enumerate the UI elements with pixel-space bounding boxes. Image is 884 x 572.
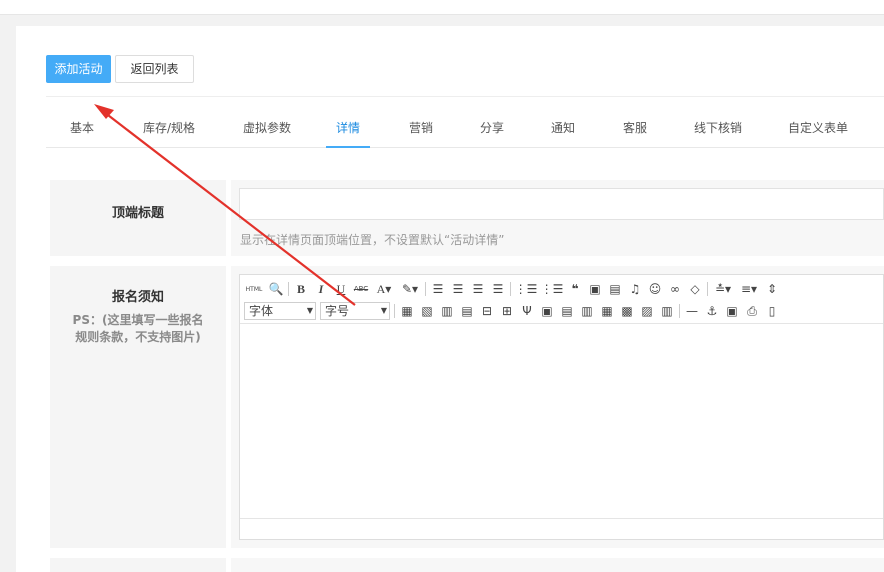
merge-cells-icon[interactable]: ▣ xyxy=(539,303,555,319)
paragraph-spacing-icon[interactable]: ≡▾ xyxy=(738,281,760,297)
tab-offline-verify[interactable]: 线下核销 xyxy=(692,97,744,147)
delete-col-icon[interactable]: ⊞ xyxy=(499,303,515,319)
paste-icon[interactable]: ▯ xyxy=(764,303,780,319)
next-row-value-cell xyxy=(231,558,884,572)
table-icon[interactable]: ▦ xyxy=(399,303,415,319)
split-cell-icon[interactable]: Ψ xyxy=(519,303,535,319)
top-title-value-cell: 显示在详情页面顶端位置，不设置默认“活动详情” xyxy=(231,180,884,256)
align-justify-icon[interactable]: ☰ xyxy=(490,281,506,297)
line-height-icon[interactable]: ≛▾ xyxy=(712,281,734,297)
editor-status-bar xyxy=(240,518,883,539)
music-icon[interactable]: ♫ xyxy=(627,281,643,297)
eraser-icon[interactable]: ◇ xyxy=(687,281,703,297)
align-center-icon[interactable]: ☰ xyxy=(450,281,466,297)
tab-basic[interactable]: 基本 xyxy=(68,97,96,147)
split-cols-icon[interactable]: ▩ xyxy=(619,303,635,319)
link-icon[interactable]: ∞ xyxy=(667,281,683,297)
back-to-list-button[interactable]: 返回列表 xyxy=(115,55,194,83)
bold-icon[interactable]: B xyxy=(293,281,309,297)
notice-value-cell: HTML 🔍 B I U ABC A▾ ✎▾ ☰ ☰ ☰ ☰ ⋮☰ ⋮☰ ❝ ▣… xyxy=(231,266,884,548)
toolbar-separator xyxy=(679,304,680,318)
ordered-list-icon[interactable]: ⋮☰ xyxy=(515,281,538,297)
top-title-help: 显示在详情页面顶端位置，不设置默认“活动详情” xyxy=(240,233,505,247)
preview-icon[interactable]: 🔍 xyxy=(268,281,284,297)
insert-col-icon[interactable]: ▤ xyxy=(459,303,475,319)
toolbar-separator xyxy=(510,282,511,296)
merge-down-icon[interactable]: ▥ xyxy=(579,303,595,319)
align-left-icon[interactable]: ☰ xyxy=(430,281,446,297)
unordered-list-icon[interactable]: ⋮☰ xyxy=(541,281,564,297)
top-title-label-cell: 顶端标题 xyxy=(50,180,226,256)
toolbar-row-1: HTML 🔍 B I U ABC A▾ ✎▾ ☰ ☰ ☰ ☰ ⋮☰ ⋮☰ ❝ ▣… xyxy=(244,278,784,300)
toolbar-separator xyxy=(394,304,395,318)
next-row-label-cell xyxy=(50,558,226,572)
tab-notify[interactable]: 通知 xyxy=(549,97,577,147)
horizontal-rule-icon[interactable]: — xyxy=(684,303,700,319)
font-family-select[interactable]: 字体 ▼ xyxy=(244,302,316,320)
tab-bar: 基本 库存/规格 虚拟参数 详情 营销 分享 通知 客服 线下核销 自定义表单 xyxy=(46,96,884,148)
editor-toolbar: HTML 🔍 B I U ABC A▾ ✎▾ ☰ ☰ ☰ ☰ ⋮☰ ⋮☰ ❝ ▣… xyxy=(240,275,883,324)
strikethrough-icon[interactable]: ABC xyxy=(353,281,369,297)
notice-ps-line2: 规则条款，不支持图片) xyxy=(75,330,201,344)
main-panel: 添加活动 返回列表 基本 库存/规格 虚拟参数 详情 营销 分享 通知 客服 线… xyxy=(16,26,884,572)
tab-details[interactable]: 详情 xyxy=(326,97,370,148)
tab-customer-service[interactable]: 客服 xyxy=(621,97,649,147)
tab-marketing[interactable]: 营销 xyxy=(407,97,435,147)
add-activity-button[interactable]: 添加活动 xyxy=(46,55,111,83)
emoji-icon[interactable]: ☺ xyxy=(647,281,663,297)
notice-label-cell: 报名须知 PS：(这里填写一些报名 规则条款，不支持图片) xyxy=(50,266,226,548)
font-color-icon[interactable]: A▾ xyxy=(373,281,395,297)
cell-props-icon[interactable]: ▨ xyxy=(639,303,655,319)
chevron-down-icon: ▼ xyxy=(306,306,313,315)
tab-share[interactable]: 分享 xyxy=(478,97,506,147)
rich-text-editor[interactable]: HTML 🔍 B I U ABC A▾ ✎▾ ☰ ☰ ☰ ☰ ⋮☰ ⋮☰ ❝ ▣… xyxy=(239,274,884,540)
indent-icon[interactable]: ⇕ xyxy=(764,281,780,297)
delete-row-icon[interactable]: ⊟ xyxy=(479,303,495,319)
italic-icon[interactable]: I xyxy=(313,281,329,297)
tab-custom-form[interactable]: 自定义表单 xyxy=(786,97,850,147)
image-icon[interactable]: ▣ xyxy=(587,281,603,297)
notice-ps-line1: PS：(这里填写一些报名 xyxy=(72,313,204,327)
video-icon[interactable]: ▤ xyxy=(607,281,623,297)
table-del-icon[interactable]: ▥ xyxy=(659,303,675,319)
toolbar-separator xyxy=(288,282,289,296)
table-props-icon[interactable]: ▧ xyxy=(419,303,435,319)
toolbar-separator xyxy=(707,282,708,296)
anchor-icon[interactable]: ⚓ xyxy=(704,303,720,319)
underline-icon[interactable]: U xyxy=(333,281,349,297)
font-size-select[interactable]: 字号 ▼ xyxy=(320,302,390,320)
font-size-select-value: 字号 xyxy=(325,304,350,318)
toolbar-row-2: 字体 ▼ 字号 ▼ ▦ ▧ ▥ ▤ ⊟ ⊞ Ψ ▣ ▤ ▥ ▦ ▩ ▨ ▥ — … xyxy=(244,300,784,322)
font-family-select-value: 字体 xyxy=(249,304,274,318)
top-title-label: 顶端标题 xyxy=(111,206,164,221)
tab-stock-spec[interactable]: 库存/规格 xyxy=(139,97,199,147)
merge-right-icon[interactable]: ▤ xyxy=(559,303,575,319)
top-bar xyxy=(0,0,884,15)
highlight-icon[interactable]: ✎▾ xyxy=(399,281,421,297)
template-icon[interactable]: ▣ xyxy=(724,303,740,319)
align-right-icon[interactable]: ☰ xyxy=(470,281,486,297)
tab-virtual-params[interactable]: 虚拟参数 xyxy=(241,97,293,147)
print-icon[interactable]: ⎙ xyxy=(744,303,760,319)
toolbar-separator xyxy=(425,282,426,296)
quote-icon[interactable]: ❝ xyxy=(567,281,583,297)
insert-row-icon[interactable]: ▥ xyxy=(439,303,455,319)
html-icon[interactable]: HTML xyxy=(244,281,264,297)
notice-label: 报名须知 xyxy=(111,290,164,305)
top-title-input[interactable] xyxy=(239,188,884,220)
split-rows-icon[interactable]: ▦ xyxy=(599,303,615,319)
chevron-down-icon: ▼ xyxy=(380,306,387,315)
